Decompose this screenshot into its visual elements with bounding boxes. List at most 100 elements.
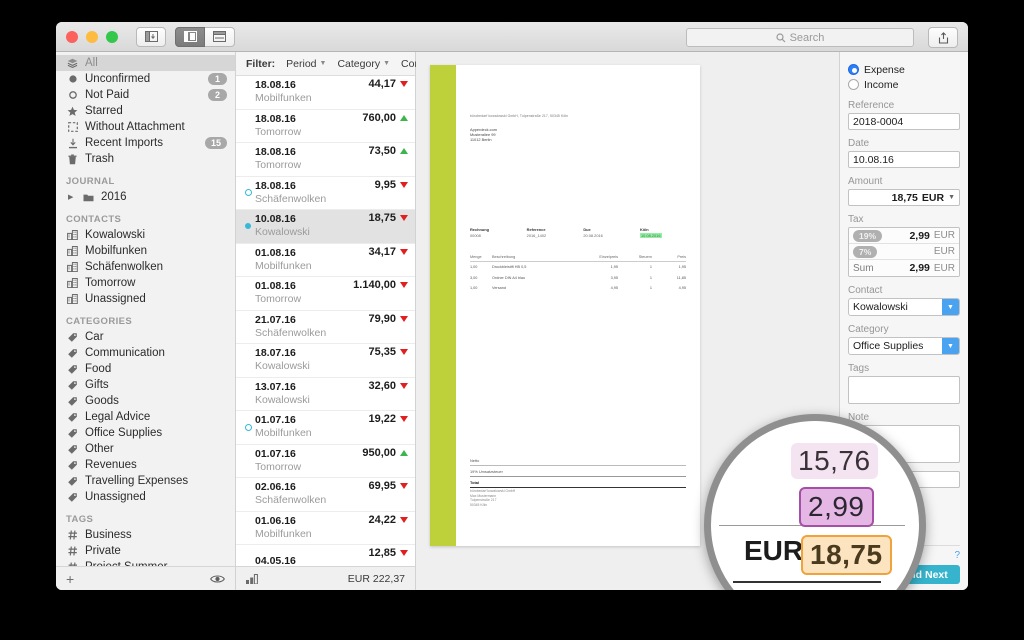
radio-expense-control[interactable] [848,64,859,75]
table-row[interactable]: 01.08.16Tomorrow1.140,00 [236,277,415,311]
sidebar-item-unassigned[interactable]: Unassigned [56,489,235,505]
tax-row-7[interactable]: 7% EUR [849,244,959,260]
bar-chart-icon[interactable] [246,574,259,584]
sidebar-item-label: Recent Imports [85,137,199,149]
invoice-line-item: 1,00Druckbleistift HB 0,51,9511,95 [470,262,686,272]
sidebar-item-sch-fenwolken[interactable]: Schäfenwolken [56,259,235,275]
sidebar-item-legal-advice[interactable]: Legal Advice [56,409,235,425]
row-amount: 950,00 [362,447,396,459]
help-icon[interactable]: ? [954,550,960,561]
row-date: 04.05.16 [255,555,368,566]
disclosure-triangle-icon[interactable]: ▶ [68,193,76,201]
transaction-rows[interactable]: 18.08.16Mobilfunken44,1718.08.16Tomorrow… [236,76,415,566]
table-row[interactable]: 21.07.16Schäfenwolken79,90 [236,311,415,345]
chevron-down-icon[interactable]: ▼ [942,338,959,354]
tags-input[interactable] [848,376,960,404]
date-label: Date [848,138,960,149]
sidebar-item-business[interactable]: Business [56,527,235,543]
building-icon [66,230,79,240]
invoice-line-item: 3,00Ordner DIN A4 blau3,95111,85 [470,272,686,282]
eye-icon[interactable] [210,574,225,584]
sidebar-item-car[interactable]: Car [56,329,235,345]
table-row[interactable]: 01.07.16Tomorrow950,00 [236,445,415,479]
split-view-button[interactable] [175,27,205,47]
sidebar-item-label: Starred [85,105,227,117]
tag-icon [66,380,79,391]
row-contact: Kowalowski [255,394,368,407]
table-row[interactable]: 02.06.16Schäfenwolken69,95 [236,478,415,512]
sidebar-item-starred[interactable]: Starred [56,103,235,119]
chevron-down-icon[interactable]: ▼ [948,194,955,201]
row-amount: 69,95 [368,480,396,492]
table-row[interactable]: 13.07.16Kowalowski32,60 [236,378,415,412]
sidebar-item-communication[interactable]: Communication [56,345,235,361]
summary-tax: 19% Umsatzsteuer [470,465,686,476]
table-row[interactable]: 18.08.16Schäfenwolken9,95 [236,177,415,211]
sidebar-item-kowalowski[interactable]: Kowalowski [56,227,235,243]
contact-select[interactable]: Kowalowski ▼ [848,298,960,316]
filter-bar: Filter: Period▼Category▼Contact▼Tag▼Feat… [236,52,415,76]
minimize-button[interactable] [86,31,98,43]
reference-input[interactable]: 2018-0004 [848,113,960,130]
sidebar-item-gifts[interactable]: Gifts [56,377,235,393]
filter-category[interactable]: Category▼ [337,58,390,70]
magnified-total-value: 18,75 [801,535,892,575]
filter-period[interactable]: Period▼ [286,58,326,70]
sidebar-item-recent-imports[interactable]: Recent Imports15 [56,135,235,151]
table-row[interactable]: 01.08.16Mobilfunken34,17 [236,244,415,278]
invoice-recipient: Apperdeck.com Musterallee 99 11012 Berli… [470,127,686,143]
window-titlebar: Search [56,22,968,52]
table-row[interactable]: 18.07.16Kowalowski75,35 [236,344,415,378]
sidebar-item-2016[interactable]: ▶2016 [56,189,235,205]
radio-income[interactable]: Income [848,77,960,92]
amount-input[interactable]: 18,75 EUR ▼ [848,189,960,206]
sidebar-item-revenues[interactable]: Revenues [56,457,235,473]
row-contact: Mobilfunken [255,260,368,273]
sidebar-item-project-summer[interactable]: Project Summer [56,559,235,566]
table-row[interactable]: 10.08.16Kowalowski18,75 [236,210,415,244]
table-row[interactable]: 01.07.16Mobilfunken19,22 [236,411,415,445]
magnified-tax-value: 2,99 [799,487,874,527]
chevron-down-icon[interactable]: ▼ [942,299,959,315]
recipient-line-3: 11012 Berlin [470,137,686,142]
category-select[interactable]: Office Supplies ▼ [848,337,960,355]
tax-row-19[interactable]: 19% 2,99 EUR [849,228,959,244]
sidebar-item-tomorrow[interactable]: Tomorrow [56,275,235,291]
sidebar-item-goods[interactable]: Goods [56,393,235,409]
radio-expense[interactable]: Expense [848,62,960,77]
col-header-steuern: Steuern [618,255,652,259]
table-row[interactable]: 18.08.16Mobilfunken44,17 [236,76,415,110]
tag-icon [66,492,79,503]
invoice-table-header: Menge Beschreibung Einzelpreis Steuern P… [470,255,686,262]
table-row[interactable]: 04.05.1612,85 [236,545,415,566]
sidebar-item-without-attachment[interactable]: Without Attachment [56,119,235,135]
sidebar-item-office-supplies[interactable]: Office Supplies [56,425,235,441]
sidebar-scroll[interactable]: AllUnconfirmed1Not Paid2 Starred Without A… [56,52,235,566]
sidebar-item-unassigned[interactable]: Unassigned [56,291,235,307]
zoom-button[interactable] [106,31,118,43]
share-button[interactable] [928,27,958,48]
sidebar-item-private[interactable]: Private [56,543,235,559]
sidebar-item-not-paid[interactable]: Not Paid2 [56,87,235,103]
table-row[interactable]: 18.08.16Tomorrow73,50 [236,143,415,177]
close-button[interactable] [66,31,78,43]
sidebar-item-food[interactable]: Food [56,361,235,377]
import-view-button[interactable] [136,27,166,47]
sidebar-item-other[interactable]: Other [56,441,235,457]
add-button[interactable]: + [66,571,74,587]
sidebar-item-trash[interactable]: Trash [56,151,235,167]
search-field[interactable]: Search [686,28,914,47]
row-contact: Kowalowski [255,360,368,373]
row-text: 18.08.16Schäfenwolken [255,180,375,206]
list-view-button[interactable] [205,27,235,47]
status-dot-hollow [245,189,252,196]
table-row[interactable]: 01.06.16Mobilfunken24,22 [236,512,415,546]
building-icon [66,262,79,272]
radio-income-control[interactable] [848,79,859,90]
date-input[interactable]: 10.08.16 [848,151,960,168]
table-row[interactable]: 18.08.16Tomorrow760,00 [236,110,415,144]
sidebar-item-travelling-expenses[interactable]: Travelling Expenses [56,473,235,489]
sidebar-item-mobilfunken[interactable]: Mobilfunken [56,243,235,259]
sidebar-item-unconfirmed[interactable]: Unconfirmed1 [56,71,235,87]
sidebar-item-all[interactable]: All [56,55,235,71]
